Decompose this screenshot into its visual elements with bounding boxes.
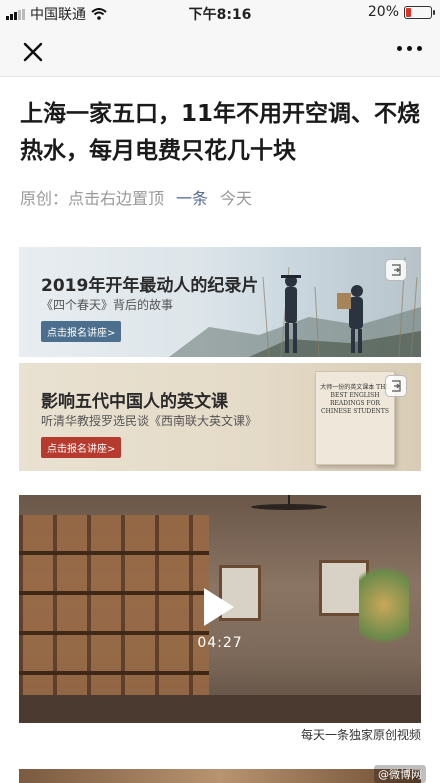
more-dot-icon (407, 46, 412, 51)
banner-subtitle: 《四个春天》背后的故事 (41, 298, 174, 312)
register-lecture-button[interactable]: 点击报名讲座> (41, 437, 122, 458)
video-duration: 04:27 (197, 635, 243, 651)
promo-banner-documentary[interactable]: 2019年开年最动人的纪录片 《四个春天》背后的故事 点击报名讲座> (19, 247, 421, 357)
promo-banner-english-class[interactable]: 影响五代中国人的英文课 听清华教授罗选民谈《西南联大英文课》 点击报名讲座> 大… (19, 363, 421, 471)
battery-icon (404, 5, 435, 19)
ceiling-fan-icon (251, 495, 327, 510)
share-icon[interactable] (385, 259, 407, 281)
video-caption: 每天一条独家原创视频 (300, 728, 421, 742)
battery-percent: 20% (367, 4, 399, 20)
pin-hint-link[interactable]: 点击右边置顶 (68, 185, 164, 209)
more-dot-icon (397, 46, 402, 51)
publish-date: 今天 (220, 189, 253, 208)
next-image-preview (19, 769, 421, 783)
more-dot-icon (417, 46, 422, 51)
close-icon (23, 42, 43, 62)
watermark: @微博网 (374, 765, 426, 783)
play-icon[interactable] (204, 588, 234, 626)
article-meta: 原创： 点击右边置顶 一条 今天 (20, 185, 252, 209)
more-options-button[interactable] (397, 46, 422, 51)
status-bar: 中国联通 下午8:16 20% (0, 0, 440, 26)
register-lecture-button[interactable]: 点击报名讲座> (41, 321, 122, 342)
banner-title: 2019年开年最动人的纪录片 (41, 276, 259, 296)
share-icon[interactable] (385, 375, 407, 397)
original-label: 原创： (20, 189, 69, 208)
book-cover-image: 大师一份的英文课本 THE BEST ENGLISH READINGS FOR … (315, 371, 395, 465)
close-button[interactable] (18, 37, 48, 67)
video-player[interactable]: 04:27 (19, 495, 421, 723)
banner-title: 影响五代中国人的英文课 (41, 392, 228, 412)
author-link[interactable]: 一条 (176, 185, 208, 209)
article-title: 上海一家五口，11年不用开空调、不烧热水，每月电费只花几十块 (20, 101, 421, 164)
banner-subtitle: 听清华教授罗选民谈《西南联大英文课》 (41, 414, 258, 428)
floor (19, 695, 421, 723)
book-cover-text: 大师一份的英文课本 THE BEST ENGLISH READINGS FOR … (320, 384, 390, 415)
nav-bar (0, 26, 440, 77)
